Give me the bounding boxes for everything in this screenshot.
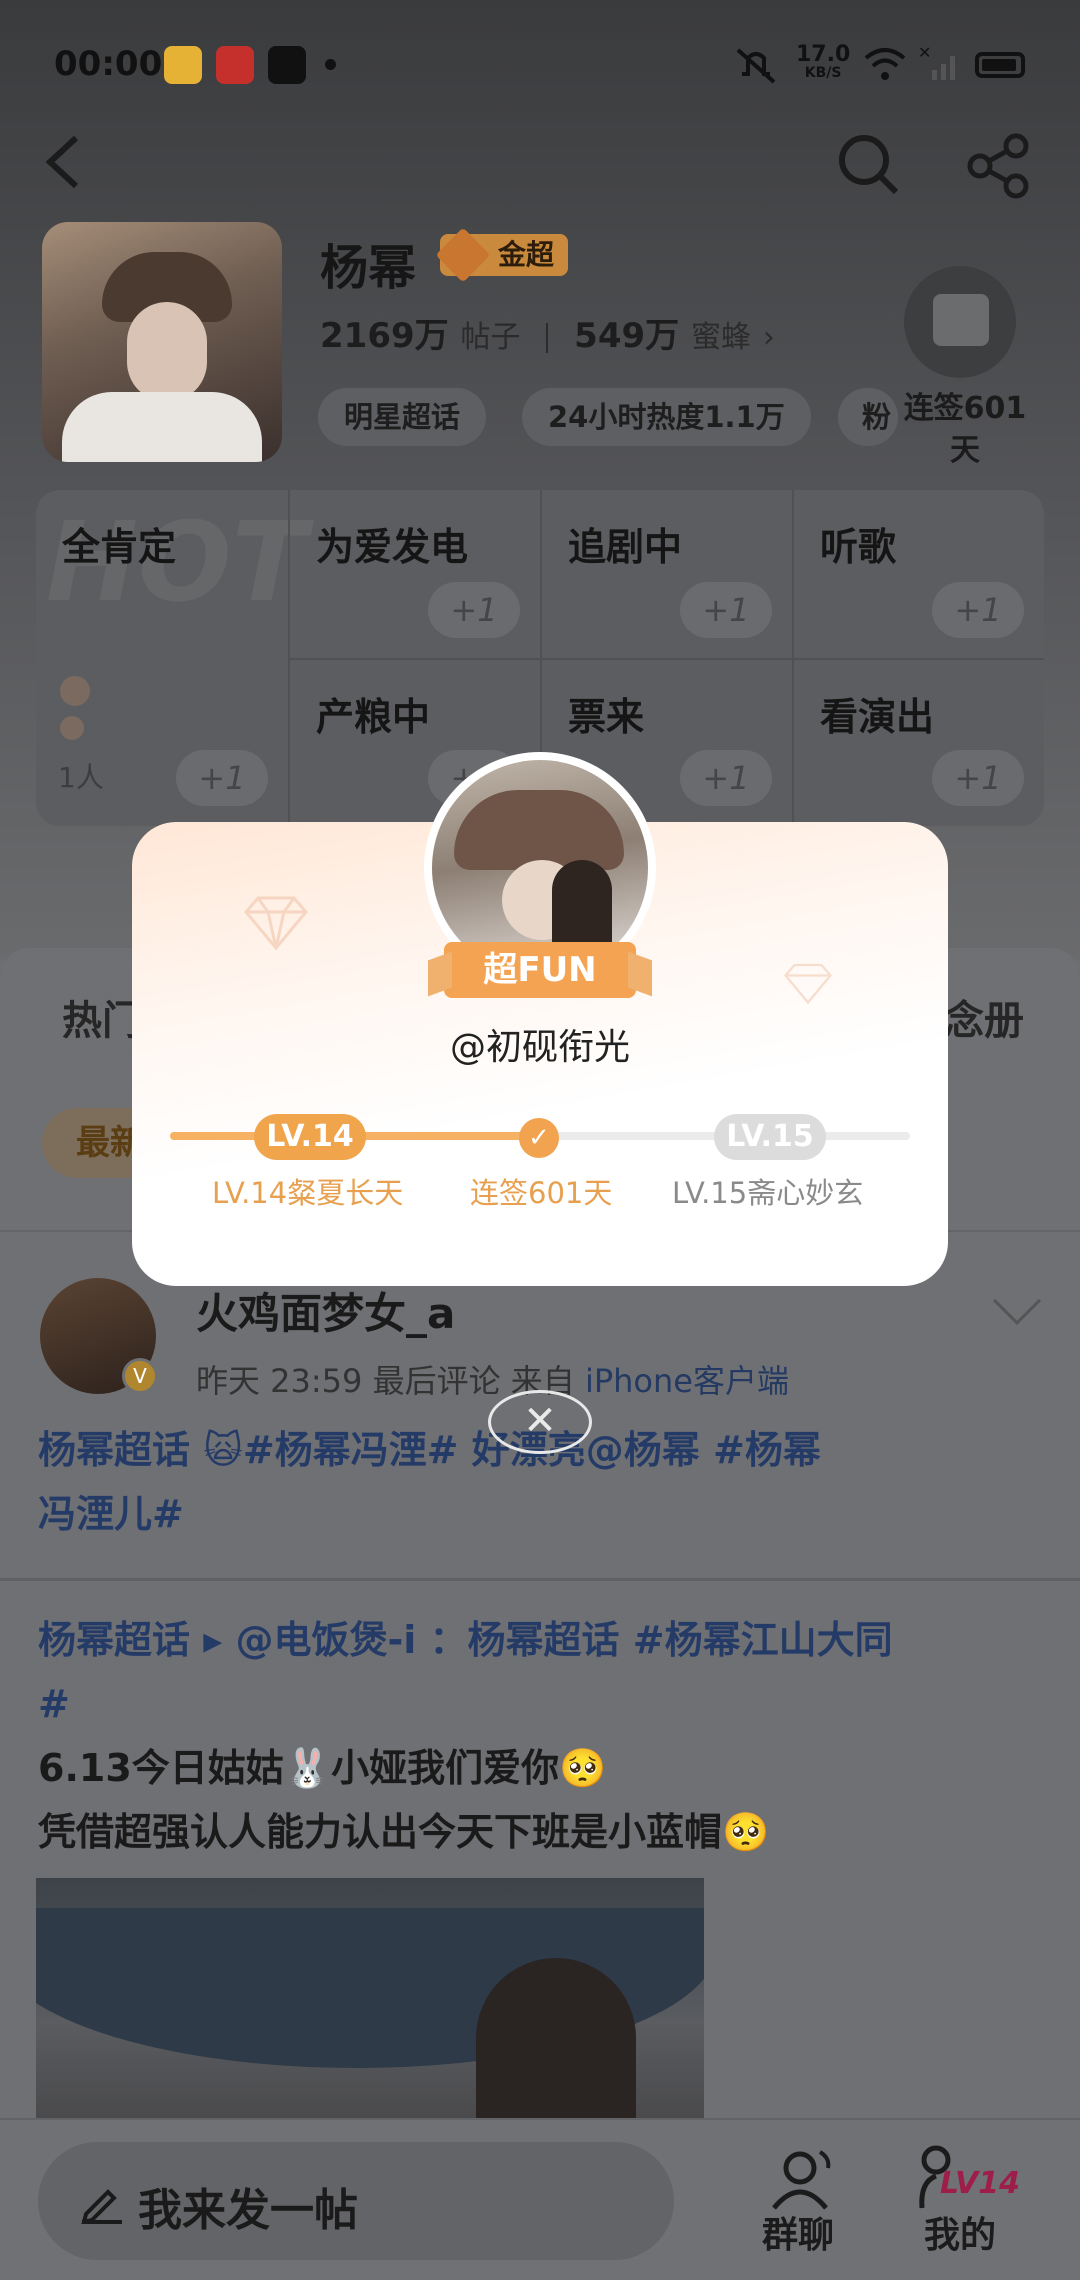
checkin-button[interactable] [904,266,1016,378]
person-shape [476,1958,636,2118]
tab-album[interactable]: 念册 [944,988,1024,1046]
post-source[interactable]: iPhone客户端 [585,1362,789,1400]
post-meta: 昨天 23:59 最后评论 来自 iPhone客户端 [196,1356,789,1402]
mine-level-badge: LV14 [940,2166,1020,2201]
diamond-icon [435,227,491,283]
mood-title: 全肯定 [62,525,177,569]
avatar [60,676,90,706]
tab-hot[interactable]: 热门 [62,988,142,1046]
wifi-icon [864,48,906,80]
signal-icon: ✕ [918,46,955,80]
mine-button[interactable]: LV14 我的 [900,2136,1020,2266]
share-icon[interactable] [964,130,1034,200]
current-level-pill: LV.14 [254,1114,366,1160]
mood-title: 听歌 [820,525,897,569]
plus-one-button[interactable]: +1 [176,750,268,806]
tmall-618-icon [216,46,254,84]
plus-one-button[interactable]: +1 [932,582,1024,638]
gold-super-badge[interactable]: 金超 [435,227,569,283]
group-chat-label: 群聊 [761,2215,834,2256]
compose-placeholder: 我来发一帖 [138,2185,358,2236]
close-popup-button[interactable]: ✕ [488,1390,592,1454]
gold-super-label: 金超 [498,238,555,271]
post-username[interactable]: 火鸡面梦女_a [196,1280,455,1341]
battery-icon [975,52,1025,78]
repost-line-3: 6.13今日姑姑🐰小娅我们爱你🥺 [38,1746,607,1790]
chip-heat[interactable]: 24小时热度1.1万 [522,388,811,446]
topic-title: 杨幂 [320,240,417,296]
verified-badge-icon: V [122,1358,158,1394]
compose-button[interactable]: 我来发一帖 [38,2142,674,2260]
network-speed: 17.0 [796,42,851,67]
more-notifications-dot [325,59,336,70]
checkmark-icon: ✓ [519,1118,559,1158]
mood-item-show[interactable]: 看演出 +1 [792,658,1044,826]
mood-title: 产粮中 [316,695,431,739]
diamond-deco-icon [244,896,308,951]
super-fun-badge: 超FUN [444,942,636,998]
topic-cover-image[interactable] [42,222,282,462]
weibo-icon [164,46,202,84]
posts-count: 2169万 [320,316,449,356]
mood-count: 1人 [58,761,104,794]
mood-item-affirm[interactable]: 全肯定 1人 +1 [36,490,288,826]
calendar-icon [933,294,989,346]
mood-item-music[interactable]: 听歌 +1 [792,490,1044,658]
svg-text:✕: ✕ [918,46,931,62]
divider [0,1578,1080,1581]
mood-title: 看演出 [820,695,935,739]
chip-star-topic[interactable]: 明星超话 [318,388,487,446]
tiktok-icon [268,46,306,84]
plus-one-button[interactable]: +1 [932,750,1024,806]
mute-icon [736,48,776,84]
mine-label: 我的 [923,2215,996,2256]
current-level-caption: LV.14粲夏长天 [212,1176,404,1210]
popup-username: @初砚衔光 [449,1027,630,1068]
topic-stats[interactable]: 2169万 帖子 549万 蜜蜂 › [320,308,775,357]
post-avatar[interactable]: V [40,1278,158,1394]
post-time: 昨天 23:59 [196,1362,363,1400]
fans-count: 549万 [574,316,680,356]
chip-partial[interactable]: 粉 [838,388,898,446]
post-image[interactable] [36,1878,704,2118]
repost-line-4: 凭借超强认人能力认出今天下班是小蓝帽🥺 [38,1810,770,1854]
repost-line-1: 杨幂超话 ▸ @电饭煲-i ：杨幂超话 #杨幂江山大同 [38,1618,893,1662]
status-bar: 00:00 17.0 KB/S ✕ [0,0,1080,130]
group-chat-button[interactable]: 群聊 [738,2136,858,2266]
fans-label: 蜜蜂 [691,320,751,355]
mood-item-drama[interactable]: 追剧中 +1 [540,490,792,658]
mood-item-power[interactable]: 为爱发电 +1 [288,490,540,658]
pencil-icon [81,2189,122,2224]
mood-title: 追剧中 [568,525,683,569]
plus-one-button[interactable]: +1 [428,582,520,638]
chevron-right-icon: › [762,320,775,355]
repost-content[interactable]: 杨幂超话 ▸ @电饭煲-i ：杨幂超话 #杨幂江山大同 # 6.13今日姑姑🐰小… [38,1608,1048,1864]
posts-label: 帖子 [460,320,521,355]
plus-one-button[interactable]: +1 [680,582,772,638]
next-level-caption: LV.15斋心妙玄 [672,1176,864,1210]
post-line-2: 冯湮儿# [38,1492,184,1536]
mood-title: 为爱发电 [316,525,469,569]
next-level-pill: LV.15 [714,1114,826,1160]
bottom-bar: 我来发一帖 群聊 LV14 我的 [0,2118,1080,2280]
group-chat-icon [772,2150,831,2210]
plus-one-button[interactable]: +1 [680,750,772,806]
repost-line-2: # [38,1682,70,1726]
mood-title: 票来 [568,695,645,739]
avatar [60,716,84,740]
status-time: 00:00 [54,44,163,84]
diamond-deco-icon [784,963,832,1005]
checkin-label: 连签601天 [903,391,1027,468]
search-icon[interactable] [834,130,904,200]
back-icon[interactable] [38,130,88,194]
checkin-caption: 连签601天 [470,1176,613,1210]
